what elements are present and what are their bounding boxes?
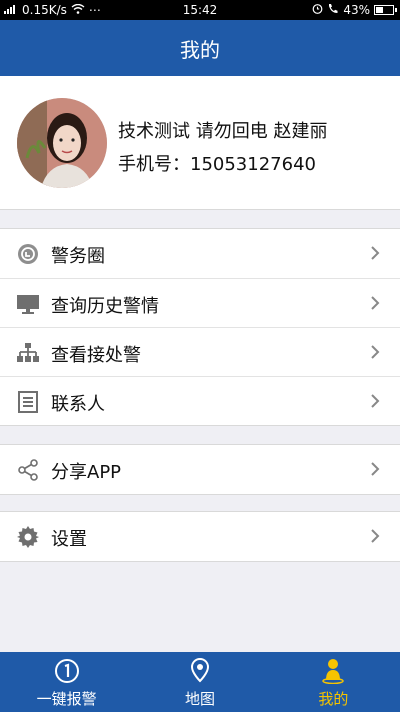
menu-item-view-dispatch[interactable]: 查看接处警	[0, 327, 400, 376]
alarm-clock-icon	[312, 3, 323, 17]
person-icon	[320, 658, 346, 685]
menu-group-main: 警务圈 查询历史警情 查看接处警 联系人	[0, 228, 400, 426]
tab-mine[interactable]: 我的	[267, 652, 400, 712]
circle-chat-icon	[17, 243, 39, 265]
menu-item-history-query[interactable]: 查询历史警情	[0, 278, 400, 327]
menu-item-settings[interactable]: 设置	[0, 512, 400, 561]
monitor-icon	[17, 293, 39, 315]
status-bar: 0.15K/s ⋯ 15:42 43%	[0, 0, 400, 20]
menu-item-share-app[interactable]: 分享APP	[0, 445, 400, 494]
menu-item-contacts[interactable]: 联系人	[0, 376, 400, 425]
org-tree-icon	[17, 342, 39, 364]
chevron-right-icon	[370, 245, 380, 261]
chevron-right-icon	[370, 528, 380, 544]
profile-phone: 手机号：15053127640	[118, 154, 316, 175]
page-title: 我的	[180, 37, 220, 62]
tab-label: 我的	[318, 690, 349, 708]
menu-label: 分享APP	[51, 462, 122, 483]
gear-icon	[17, 526, 39, 548]
chevron-right-icon	[370, 461, 380, 477]
contacts-icon	[17, 391, 39, 413]
profile-name: 技术测试 请勿回电 赵建丽	[118, 121, 328, 142]
page-header: 我的	[0, 20, 400, 76]
tab-one-key-alarm[interactable]: 一键报警	[0, 652, 133, 712]
call-icon	[327, 3, 339, 17]
battery-icon	[374, 5, 397, 15]
menu-group-share: 分享APP	[0, 444, 400, 495]
chevron-right-icon	[370, 393, 380, 409]
tab-label: 地图	[184, 690, 215, 708]
alarm-icon	[54, 658, 80, 684]
menu-item-police-circle[interactable]: 警务圈	[0, 229, 400, 278]
menu-label: 设置	[51, 529, 87, 550]
chevron-right-icon	[370, 295, 380, 311]
menu-label: 联系人	[51, 394, 105, 415]
menu-label: 警务圈	[51, 246, 105, 267]
bottom-tab-bar: 一键报警 地图 我的	[0, 652, 400, 712]
map-pin-icon	[187, 657, 213, 684]
profile-card[interactable]: 技术测试 请勿回电 赵建丽 手机号：15053127640	[0, 76, 400, 210]
menu-group-settings: 设置	[0, 511, 400, 562]
tab-map[interactable]: 地图	[133, 652, 266, 712]
menu-label: 查看接处警	[51, 345, 141, 366]
avatar[interactable]	[17, 98, 107, 188]
share-icon	[17, 459, 39, 481]
chevron-right-icon	[370, 344, 380, 360]
status-right: 43%	[312, 3, 397, 17]
battery-percent: 43%	[343, 3, 370, 17]
menu-label: 查询历史警情	[51, 296, 159, 317]
tab-label: 一键报警	[36, 690, 97, 708]
